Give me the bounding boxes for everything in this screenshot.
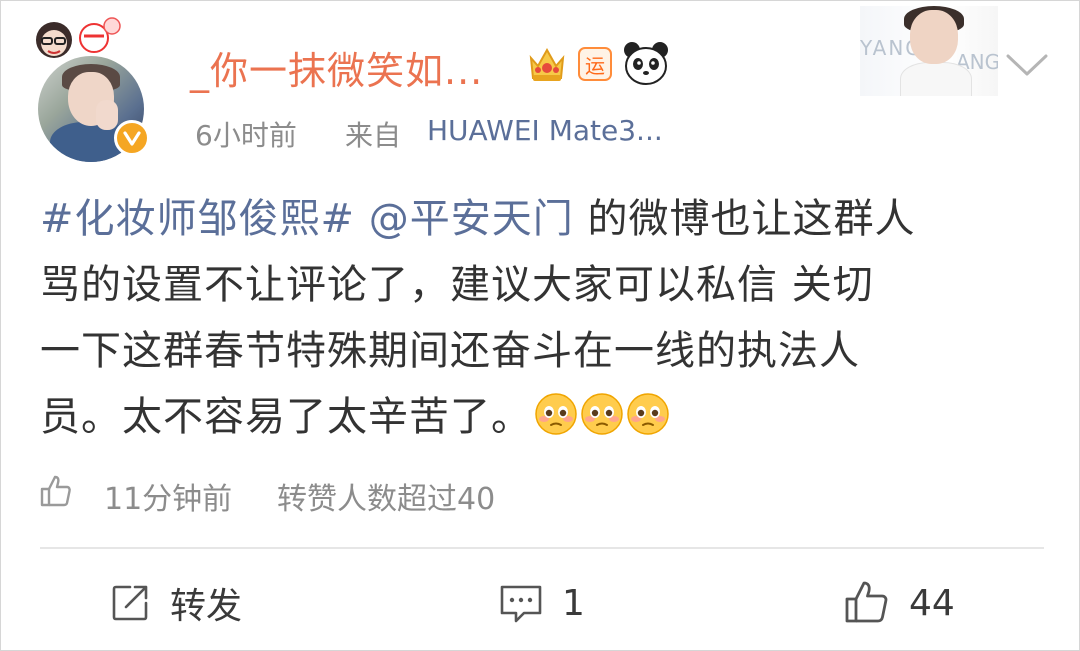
repost-label: 转发	[170, 586, 243, 627]
post-line-2: 骂的设置不让评论了，建议大家可以私信 关切	[40, 262, 874, 308]
username[interactable]: _你一抹微笑如...	[190, 40, 483, 95]
pleading-face-emoji	[627, 393, 669, 435]
divider	[40, 547, 1044, 549]
chevron-down-icon[interactable]	[1004, 50, 1050, 80]
pleading-face-emoji	[535, 393, 577, 435]
source-device-link[interactable]: HUAWEI Mate3...	[427, 114, 663, 147]
source-prefix: 来自	[345, 119, 402, 152]
thumbs-up-icon	[40, 475, 71, 507]
yun-badge[interactable]: 运	[578, 47, 612, 81]
panda-icon	[624, 42, 668, 85]
post-line-3: 一下这群春节特殊期间还奋斗在一线的执法人	[40, 328, 860, 374]
verified-icon	[114, 120, 150, 156]
repost-button[interactable]: 转发	[108, 578, 242, 628]
comment-button[interactable]: 1	[498, 578, 585, 628]
post-line-4: 员。太不容易了太辛苦了。	[40, 384, 1050, 450]
hashtag-link[interactable]: #化妆师邹俊熙#	[40, 196, 355, 242]
post-line-1: #化妆师邹俊熙# @平安天门 的微博也让这群人	[40, 196, 916, 242]
meta-time: 11分钟前	[104, 482, 233, 517]
like-count: 44	[909, 582, 955, 624]
mention-link[interactable]: @平安天门	[369, 196, 574, 242]
pleading-face-emoji	[581, 393, 623, 435]
repost-icon	[112, 585, 148, 621]
meta-stat: 转赞人数超过40	[277, 482, 496, 517]
comment-icon	[500, 585, 542, 623]
avatar-pendant-icon	[36, 17, 121, 58]
post-time: 6小时前	[195, 119, 297, 152]
crown-icon	[529, 47, 565, 81]
like-button[interactable]: 44	[843, 578, 955, 628]
card-background-decoration: YANG ANG	[860, 6, 998, 96]
comment-count: 1	[562, 582, 585, 624]
avatar-group[interactable]	[30, 14, 160, 162]
like-icon	[845, 581, 888, 623]
post-text: #化妆师邹俊熙# @平安天门 的微博也让这群人 骂的设置不让评论了，建议大家可以…	[40, 186, 1050, 450]
